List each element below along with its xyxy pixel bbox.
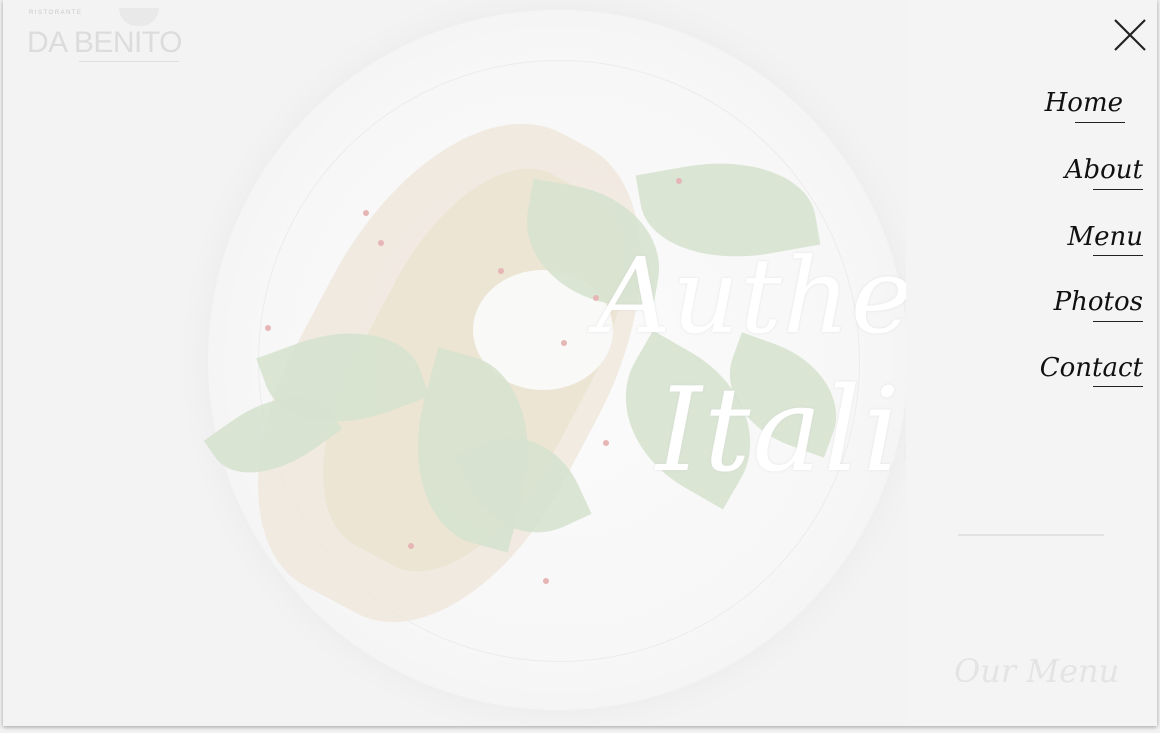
- nav-item-label: Contact: [1039, 353, 1143, 383]
- logo-tagline: RISTORANTE: [29, 10, 83, 16]
- page-frame: RISTORANTE DA BENITO Authentic Italian H…: [3, 0, 1157, 726]
- pepper-speck: [498, 268, 504, 274]
- pepper-speck: [676, 178, 682, 184]
- pepper-speck: [363, 210, 369, 216]
- nav-underline: [1093, 321, 1143, 322]
- pepper-speck: [378, 240, 384, 246]
- pepper-speck: [265, 325, 271, 331]
- nav-underline: [1075, 122, 1125, 123]
- nav-item-label: Home: [1044, 88, 1123, 118]
- logo[interactable]: RISTORANTE DA BENITO: [27, 8, 187, 64]
- nav-underline: [1093, 386, 1143, 387]
- logo-underline: [79, 61, 179, 62]
- pepper-speck: [408, 543, 414, 549]
- pepper-speck: [543, 578, 549, 584]
- nav-item-label: Menu: [1067, 222, 1144, 252]
- close-button[interactable]: [1111, 16, 1149, 54]
- panel-divider: [958, 534, 1104, 536]
- nav-underline: [1093, 189, 1143, 190]
- nav-item-label: Photos: [1053, 287, 1143, 317]
- nav-item-menu[interactable]: Menu: [1067, 222, 1144, 256]
- nav-item-contact[interactable]: Contact: [1039, 353, 1143, 387]
- logo-emblem-icon: [119, 8, 159, 26]
- close-icon: [1114, 19, 1146, 51]
- pepper-speck: [561, 340, 567, 346]
- side-nav-panel: Home About Menu Photos Contact Our Menu: [906, 0, 1157, 726]
- our-menu-link[interactable]: Our Menu: [954, 652, 1119, 690]
- nav-item-photos[interactable]: Photos: [1053, 287, 1143, 322]
- nav-item-home[interactable]: Home: [1044, 88, 1125, 123]
- nav-item-label: About: [1064, 155, 1143, 185]
- nav-underline: [1093, 255, 1143, 256]
- nav-item-about[interactable]: About: [1064, 155, 1143, 190]
- logo-name: DA BENITO: [27, 26, 183, 59]
